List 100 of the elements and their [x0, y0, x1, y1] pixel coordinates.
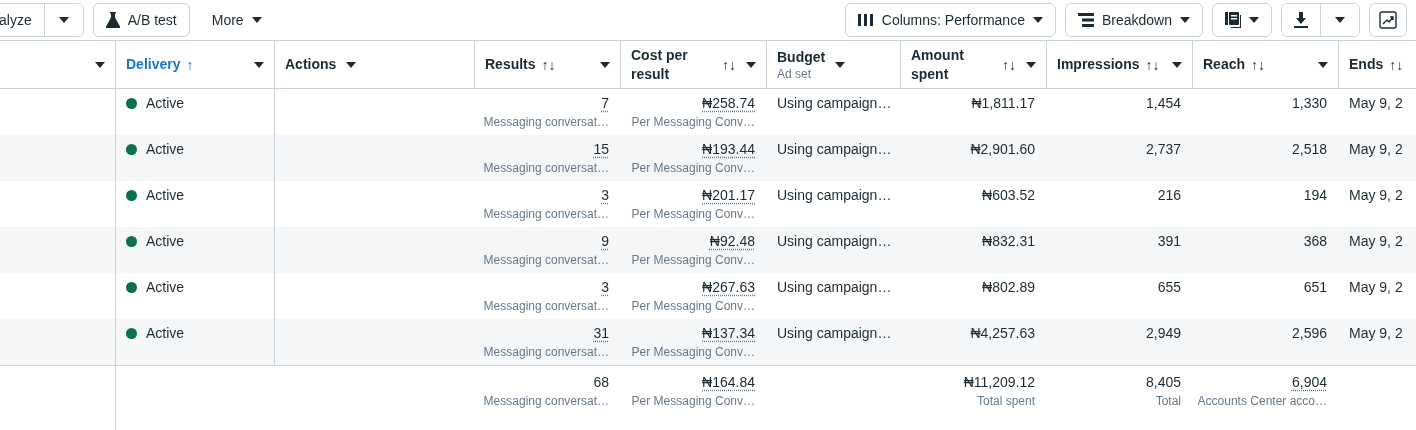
- sort-icon[interactable]: ↑↓: [1145, 56, 1162, 73]
- metric-link[interactable]: ₦92.48: [709, 233, 755, 250]
- chart-icon: [1379, 10, 1397, 29]
- status-text: Active: [126, 95, 185, 112]
- status-text: Active: [126, 325, 185, 342]
- metric-link[interactable]: 7: [601, 95, 609, 112]
- metric-label: Per Messaging Conv…: [631, 299, 755, 313]
- metric-link[interactable]: 9: [601, 233, 609, 250]
- metric-link[interactable]: 3: [601, 187, 609, 204]
- chart-button[interactable]: [1369, 2, 1407, 37]
- sort-icon[interactable]: ↑↓: [541, 56, 590, 73]
- sort-icon[interactable]: ↑↓: [722, 56, 736, 73]
- metric-link[interactable]: ₦201.17: [702, 187, 755, 204]
- metric-label: Total spent: [976, 394, 1035, 408]
- metric-link[interactable]: 31: [593, 325, 609, 342]
- caret-icon[interactable]: [1172, 61, 1182, 68]
- columns-icon: [857, 13, 874, 26]
- column-header[interactable]: Reach ↑↓: [1193, 41, 1339, 89]
- sort-icon[interactable]: ↑↓: [1002, 56, 1016, 73]
- caret-icon[interactable]: [346, 61, 357, 68]
- column-header[interactable]: Budget Ad set: [767, 41, 901, 89]
- column-header[interactable]: Ends ↑↓: [1339, 41, 1416, 89]
- metric-link[interactable]: ₦258.74: [702, 95, 755, 112]
- metric-label: Per Messaging Conv…: [631, 115, 755, 129]
- table-cell: Using campaign…: [777, 187, 892, 204]
- caret-icon[interactable]: [600, 61, 610, 68]
- caret-icon[interactable]: [746, 61, 756, 68]
- table-cell: May 9, 2: [1349, 325, 1403, 342]
- sort-icon[interactable]: ↑↓: [1251, 56, 1308, 73]
- sort-icon[interactable]: ↑: [186, 56, 244, 73]
- status-text: Active: [126, 187, 185, 204]
- metric-link[interactable]: 15: [593, 141, 609, 158]
- table-cell: 1,454: [1145, 95, 1181, 112]
- table-cell: 655: [1157, 279, 1181, 296]
- metric-label: Messaging conversat…: [483, 253, 609, 267]
- table-cell: ₦832.31: [982, 233, 1035, 250]
- caret-icon[interactable]: [1026, 61, 1036, 68]
- column-header[interactable]: Results ↑↓: [475, 41, 621, 89]
- table-cell: 8,405: [1145, 374, 1181, 391]
- table-cell: ₦4,257.63: [970, 325, 1035, 342]
- table-cell: Using campaign…: [777, 279, 892, 296]
- table-cell: 2,949: [1145, 325, 1181, 342]
- table-cell: 194: [1303, 187, 1327, 204]
- metric-link[interactable]: ₦164.84: [702, 374, 755, 391]
- column-header[interactable]: Delivery ↑: [116, 41, 275, 89]
- column-header[interactable]: Cost per result ↑↓: [621, 41, 767, 89]
- column-label: Ends: [1349, 55, 1384, 74]
- sort-icon[interactable]: ↑↓: [1389, 56, 1416, 73]
- metric-label: Per Messaging Conv…: [631, 394, 755, 408]
- metric-label: Messaging conversat…: [483, 207, 609, 221]
- table-cell: 2,596: [1291, 325, 1327, 342]
- table-cell: 216: [1157, 187, 1181, 204]
- column-label: Cost per result: [631, 45, 689, 84]
- reports-menu-button[interactable]: [1212, 2, 1272, 37]
- metric-label: Messaging conversat…: [483, 394, 609, 408]
- metric-link[interactable]: ₦267.63: [702, 279, 755, 296]
- metric-label: Messaging conversat…: [483, 161, 609, 175]
- column-header[interactable]: Impressions ↑↓: [1047, 41, 1193, 89]
- column-label: Delivery: [126, 55, 181, 74]
- caret-icon[interactable]: [95, 61, 105, 68]
- dropdown-button[interactable]: [43, 3, 83, 36]
- table-row[interactable]: Active 31 Messaging conversat… ₦137.34 Per Messaging Conv… Using campaign… ₦4,257.63 2,949 2,596 May 9, 2: [0, 319, 1416, 365]
- table-row[interactable]: Active 15 Messaging conversat… ₦193.44 Per Messaging Conv… Using campaign… ₦2,901.60 2,737 2,518 May 9, 2: [0, 135, 1416, 181]
- column-header[interactable]: Amount spent ↑↓: [901, 41, 1047, 89]
- table-cell: Using campaign…: [777, 141, 892, 158]
- metric-label: Per Messaging Conv…: [631, 345, 755, 359]
- status-text: Active: [126, 233, 185, 250]
- table-cell: Using campaign…: [777, 233, 892, 250]
- table-cell: 2,518: [1291, 141, 1327, 158]
- metric-link[interactable]: ₦193.44: [702, 141, 755, 158]
- metric-label: Messaging conversat…: [483, 299, 609, 313]
- table-row[interactable]: Active 9 Messaging conversat… ₦92.48 Per Messaging Conv… Using campaign… ₦832.31 391 368 May 9, 2: [0, 227, 1416, 273]
- table-cell: 68: [593, 374, 609, 391]
- metric-link[interactable]: 6,904: [1291, 374, 1327, 391]
- column-label: Amount spent: [911, 45, 965, 84]
- column-header[interactable]: Actions: [275, 41, 475, 89]
- metric-link[interactable]: ₦137.34: [702, 325, 755, 342]
- caret-icon[interactable]: [254, 61, 264, 68]
- column-subtitle: Ad set: [777, 67, 813, 81]
- table-cell: Using campaign…: [777, 325, 892, 342]
- table-cell: May 9, 2: [1349, 95, 1403, 112]
- table-cell: ₦11,209.12: [963, 374, 1035, 391]
- table-cell: ₦1,811.17: [971, 95, 1035, 112]
- column-label: Budget: [777, 48, 826, 67]
- ab-test-button[interactable]: A/B test: [92, 2, 190, 37]
- caret-icon: [58, 16, 69, 23]
- caret-icon[interactable]: [835, 61, 846, 68]
- table-cell: May 9, 2: [1349, 279, 1403, 296]
- caret-icon[interactable]: [1318, 61, 1328, 68]
- flask-icon: [105, 11, 120, 28]
- column-label: Impressions: [1057, 55, 1140, 74]
- metric-link[interactable]: 3: [601, 279, 609, 296]
- menu-button[interactable]: Columns: Performance: [844, 2, 1056, 37]
- status-text: Active: [126, 279, 185, 296]
- column-label: Results: [485, 55, 536, 74]
- column-label: Reach: [1203, 55, 1246, 74]
- dropdown-button[interactable]: [1320, 3, 1359, 36]
- table-cell: 391: [1157, 233, 1181, 250]
- table-cell: May 9, 2: [1349, 187, 1403, 204]
- menu-button[interactable]: Breakdown: [1064, 2, 1203, 37]
